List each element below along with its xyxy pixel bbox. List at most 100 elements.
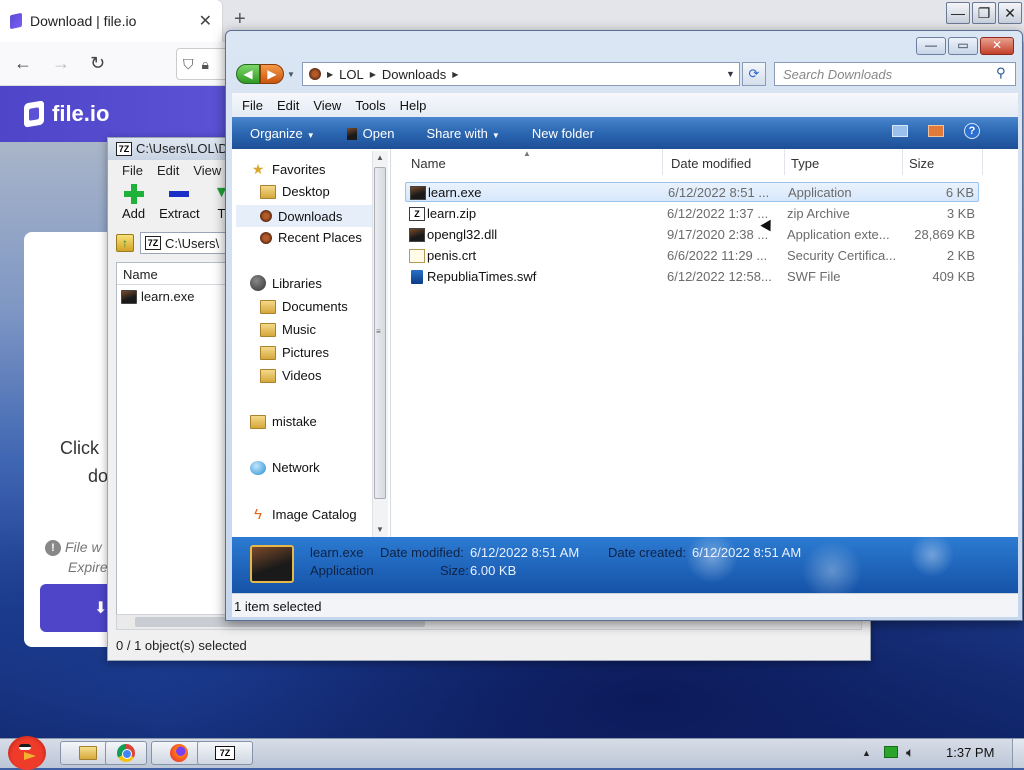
breadcrumb-arrow-icon[interactable]: ▶	[370, 70, 376, 79]
lock-icon[interactable]: 🔒︎	[202, 56, 209, 73]
documents-icon	[260, 299, 276, 314]
browser-close-button[interactable]: ✕	[998, 2, 1022, 24]
column-header-name[interactable]: Name	[405, 149, 663, 175]
explorer-address-bar[interactable]: ▶ LOL ▶ Downloads ▶	[302, 62, 740, 86]
open-button[interactable]: Open	[346, 126, 394, 141]
taskbar-clock[interactable]: 1:37 PM	[946, 745, 994, 760]
new-folder-button[interactable]: New folder	[532, 126, 594, 141]
show-desktop-button[interactable]	[1012, 739, 1024, 768]
file-row[interactable]: opengl32.dll 9/17/2020 2:38 ... Applicat…	[405, 225, 979, 245]
preview-pane-icon[interactable]	[928, 125, 944, 137]
nav-downloads[interactable]: Downloads	[236, 205, 372, 227]
fileio-logo-icon[interactable]	[24, 100, 44, 128]
file-date: 6/6/2022 11:29 ...	[667, 248, 768, 263]
file-row[interactable]: RepubliaTimes.swf 6/12/2022 12:58... SWF…	[405, 267, 979, 287]
nav-videos-label: Videos	[282, 368, 322, 383]
file-row[interactable]: Z learn.zip 6/12/2022 1:37 ... zip Archi…	[405, 204, 979, 224]
reload-icon[interactable]: ↻	[90, 53, 105, 74]
forward-button[interactable]: ▶	[260, 64, 284, 84]
help-icon[interactable]: ?	[964, 123, 980, 139]
new-tab-button[interactable]: +	[234, 8, 246, 31]
column-header-type[interactable]: Type	[785, 149, 903, 175]
nav-videos[interactable]: Videos	[260, 368, 322, 383]
shield-icon[interactable]: ⛉	[183, 56, 194, 73]
file-size: 28,869 KB	[914, 227, 975, 242]
exe-thumbnail-icon	[250, 545, 294, 583]
start-button[interactable]	[2, 732, 50, 770]
zip-archive-icon: Z	[409, 207, 425, 221]
fileio-favicon-icon	[10, 12, 22, 30]
column-header-size[interactable]: Size	[903, 149, 983, 175]
search-input[interactable]: Search Downloads	[774, 62, 1016, 86]
taskbar-7zip-button[interactable]: 7Z	[197, 741, 253, 765]
volume-icon[interactable]: 🔈︎	[906, 744, 914, 761]
nav-documents-label: Documents	[282, 299, 348, 314]
file-row[interactable]: learn.exe 6/12/2022 8:51 ... Application…	[405, 182, 979, 202]
nav-documents[interactable]: Documents	[260, 299, 348, 314]
7zip-menu-file[interactable]: File	[122, 163, 143, 180]
7zip-menu-edit[interactable]: Edit	[157, 163, 179, 180]
address-history-dropdown-icon[interactable]: ▼	[726, 69, 735, 79]
browser-window-controls: — ❐ ✕	[946, 2, 1022, 24]
file-row[interactable]: penis.crt 6/6/2022 11:29 ... Security Ce…	[405, 246, 979, 266]
scroll-up-arrow-icon[interactable]: ▲	[376, 153, 384, 162]
nav-recent-places[interactable]: Recent Places	[260, 230, 362, 245]
browser-tab[interactable]: Download | file.io ✕	[0, 0, 222, 42]
breadcrumb-downloads[interactable]: Downloads	[382, 67, 446, 82]
menu-view[interactable]: View	[313, 98, 341, 117]
url-bar[interactable]: ⛉ 🔒︎	[176, 48, 232, 80]
plus-icon	[123, 184, 144, 204]
nav-desktop[interactable]: Desktop	[260, 184, 330, 199]
7zip-add-button[interactable]: Add	[122, 182, 145, 228]
browser-tab-title: Download | file.io	[30, 13, 137, 29]
browser-maximize-button[interactable]: ❐	[972, 2, 996, 24]
7zip-file-row[interactable]: learn.exe	[121, 289, 194, 304]
explorer-maximize-button[interactable]: ▭	[948, 37, 978, 55]
chevron-down-icon: ▼	[491, 130, 500, 140]
search-icon[interactable]: ⚲	[996, 65, 1006, 81]
back-arrow-icon[interactable]: ←	[14, 53, 32, 74]
nav-music[interactable]: Music	[260, 322, 316, 337]
tab-close-icon[interactable]: ✕	[199, 11, 212, 31]
nav-image-catalog[interactable]: ϟ Image Catalog	[250, 506, 357, 523]
forward-arrow-icon[interactable]: →	[52, 53, 70, 74]
nav-favorites[interactable]: ★ Favorites	[250, 161, 326, 178]
change-view-icon[interactable]	[892, 125, 908, 137]
explorer-close-button[interactable]: ✕	[980, 37, 1014, 55]
show-hidden-icons-icon[interactable]: ▲	[862, 748, 871, 758]
nav-libraries[interactable]: Libraries	[250, 275, 322, 291]
share-with-button[interactable]: Share with ▼	[426, 126, 499, 141]
fileio-brand-name[interactable]: file.io	[52, 101, 109, 127]
7zip-icon: 7Z	[215, 746, 235, 760]
file-list-pane[interactable]: ▲ Name Date modified Type Size learn.exe…	[390, 149, 1018, 537]
menu-file[interactable]: File	[242, 98, 263, 117]
folder-up-icon[interactable]: ↑	[116, 234, 134, 252]
7zip-menu-view[interactable]: View	[193, 163, 221, 180]
browser-minimize-button[interactable]: —	[946, 2, 970, 24]
menu-edit[interactable]: Edit	[277, 98, 299, 117]
refresh-button[interactable]: ⟳	[742, 62, 766, 86]
column-header-date-modified[interactable]: Date modified	[665, 149, 785, 175]
nav-mistake[interactable]: mistake	[250, 414, 317, 429]
back-button[interactable]: ◀	[236, 64, 260, 84]
nav-pictures[interactable]: Pictures	[260, 345, 329, 360]
scroll-down-arrow-icon[interactable]: ▼	[376, 525, 384, 534]
fileio-info-line-2: Expire	[68, 559, 108, 575]
nav-music-label: Music	[282, 322, 316, 337]
menu-tools[interactable]: Tools	[355, 98, 385, 117]
7zip-extract-button[interactable]: Extract	[159, 182, 200, 228]
star-icon: ★	[251, 161, 265, 177]
organize-button[interactable]: Organize ▼	[250, 126, 315, 141]
network-status-icon[interactable]	[884, 746, 898, 758]
nav-network[interactable]: Network	[250, 460, 320, 475]
recent-pages-dropdown-icon[interactable]: ▼	[287, 70, 295, 79]
details-created-label: Date created:	[608, 545, 687, 560]
breadcrumb-lol[interactable]: LOL	[339, 67, 364, 82]
breadcrumb-arrow-icon[interactable]: ▶	[452, 70, 458, 79]
share-with-label: Share with	[426, 125, 488, 141]
details-size-label: Size:	[440, 563, 469, 578]
breadcrumb-arrow-icon[interactable]: ▶	[327, 70, 333, 79]
menu-help[interactable]: Help	[400, 98, 427, 117]
explorer-minimize-button[interactable]: —	[916, 37, 946, 55]
taskbar-chrome-button[interactable]	[105, 741, 147, 765]
